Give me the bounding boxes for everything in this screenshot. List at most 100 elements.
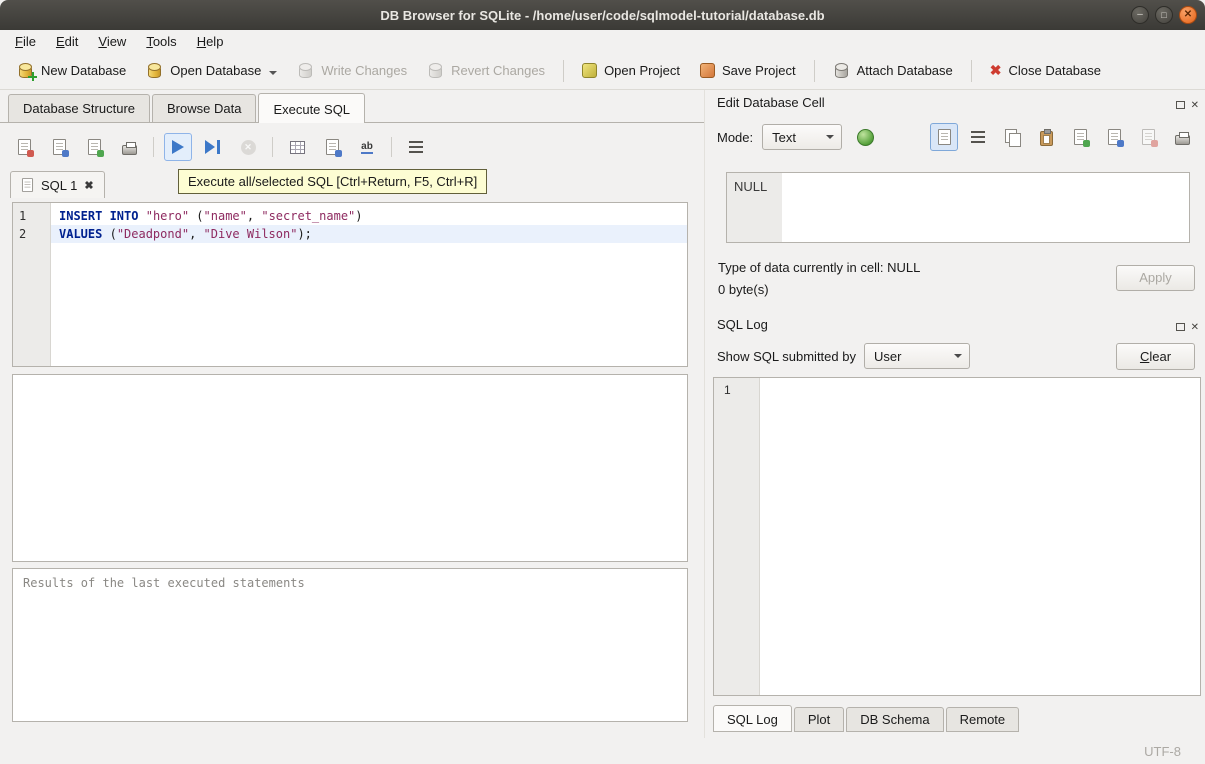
sql-tab[interactable]: SQL 1 <box>10 171 105 198</box>
results-message-area[interactable]: Results of the last executed statements <box>12 568 688 722</box>
stop-icon <box>241 140 256 155</box>
float-dock-icon[interactable] <box>1176 323 1185 331</box>
cell-value-editor[interactable]: NULL <box>726 172 1190 243</box>
open-database-dropdown-arrow-icon[interactable] <box>269 71 277 75</box>
open-sql-file-icon <box>18 139 31 155</box>
mode-select[interactable]: Text <box>762 124 842 150</box>
save-project-button[interactable]: Save Project <box>691 58 805 83</box>
tab-remote[interactable]: Remote <box>946 707 1020 732</box>
stop-sql-button <box>234 133 262 161</box>
window-controls <box>1131 6 1197 24</box>
tab-browse-data[interactable]: Browse Data <box>152 94 256 122</box>
code-token: "Dive Wilson" <box>204 227 298 241</box>
find-replace-button[interactable] <box>353 133 381 161</box>
code-token: "Deadpond" <box>117 227 189 241</box>
encoding-indicator[interactable]: UTF-8 <box>1144 744 1181 759</box>
close-database-button[interactable]: Close Database <box>981 57 1110 84</box>
toolbar-button-label: Revert Changes <box>451 63 545 78</box>
toolbar-button-label: Open Database <box>170 63 261 78</box>
close-dock-icon[interactable] <box>1191 96 1199 111</box>
code-line-current[interactable]: VALUES ("Deadpond", "Dive Wilson"); <box>51 225 687 243</box>
open-database-button[interactable]: Open Database <box>137 57 286 84</box>
tab-plot[interactable]: Plot <box>794 707 844 732</box>
menu-file[interactable]: File <box>6 32 45 51</box>
menu-tools[interactable]: Tools <box>137 32 185 51</box>
close-dock-icon[interactable] <box>1191 318 1199 333</box>
paste-button[interactable] <box>1032 123 1060 151</box>
import-icon <box>1074 129 1087 145</box>
results-grid[interactable] <box>12 374 688 562</box>
sql-code-editor[interactable]: 1 2 INSERT INTO "hero" ("name", "secret_… <box>12 202 688 367</box>
text-document-icon <box>938 129 951 145</box>
print-sql-button[interactable] <box>115 133 143 161</box>
open-sql-file-button[interactable] <box>10 133 38 161</box>
sql-file-icon <box>22 178 33 192</box>
tab-sql-log[interactable]: SQL Log <box>713 705 792 732</box>
save-sql-file-button[interactable] <box>45 133 73 161</box>
paste-icon <box>1040 131 1053 146</box>
log-content[interactable] <box>760 378 1200 695</box>
toolbar-button-label: Close Database <box>1009 63 1102 78</box>
clear-log-button[interactable]: Clear <box>1116 343 1195 370</box>
sql-log-filter-row: Show SQL submitted by User Clear <box>717 342 1195 370</box>
toolbar-separator <box>971 60 972 82</box>
tab-database-structure[interactable]: Database Structure <box>8 94 150 122</box>
tab-execute-sql[interactable]: Execute SQL <box>258 93 365 123</box>
cell-editor-content[interactable] <box>782 173 1189 242</box>
export-csv-button[interactable] <box>283 133 311 161</box>
format-sql-button[interactable] <box>402 133 430 161</box>
export-button[interactable] <box>1100 123 1128 151</box>
sql-tab-bar: SQL 1 <box>10 169 105 198</box>
code-area[interactable]: INSERT INTO "hero" ("name", "secret_name… <box>51 203 687 366</box>
menu-help[interactable]: Help <box>188 32 233 51</box>
line-number-gutter: 1 2 <box>13 203 51 366</box>
code-token: ( <box>189 209 203 223</box>
save-sql-file-icon <box>53 139 66 155</box>
word-wrap-button[interactable] <box>318 133 346 161</box>
toolbar-separator <box>814 60 815 82</box>
menu-view[interactable]: View <box>89 32 135 51</box>
import-button[interactable] <box>1066 123 1094 151</box>
open-project-button[interactable]: Open Project <box>573 58 689 83</box>
close-button[interactable] <box>1179 6 1197 24</box>
plus-badge-icon <box>28 72 37 81</box>
text-document-button[interactable] <box>930 123 958 151</box>
tab-db-schema[interactable]: DB Schema <box>846 707 943 732</box>
chevron-down-icon <box>954 354 962 358</box>
format-sql-icon <box>409 141 423 153</box>
copy-icon <box>1004 129 1021 146</box>
menu-bar: File Edit View Tools Help <box>0 30 1205 52</box>
log-filter-select[interactable]: User <box>864 343 970 369</box>
minimize-button[interactable] <box>1131 6 1149 24</box>
window-title: DB Browser for SQLite - /home/user/code/… <box>380 8 824 23</box>
log-line-number: 1 <box>724 383 731 397</box>
mode-value: Text <box>772 130 796 145</box>
copy-button[interactable] <box>998 123 1026 151</box>
log-filter-label: Show SQL submitted by <box>717 349 856 364</box>
maximize-button[interactable] <box>1155 6 1173 24</box>
code-token: "secret_name" <box>261 209 355 223</box>
clear-cell-button <box>1134 123 1162 151</box>
log-line-number-gutter: 1 <box>714 378 760 695</box>
print-cell-button[interactable] <box>1168 123 1196 151</box>
title-bar[interactable]: DB Browser for SQLite - /home/user/code/… <box>0 0 1205 30</box>
code-token: ) <box>355 209 362 223</box>
line-number: 2 <box>19 225 50 243</box>
set-mode-button[interactable] <box>851 123 879 151</box>
save-sql-as-button[interactable] <box>80 133 108 161</box>
menu-edit[interactable]: Edit <box>47 32 87 51</box>
word-wrap-button[interactable] <box>964 123 992 151</box>
new-database-button[interactable]: New Database <box>8 57 135 84</box>
save-sql-as-icon <box>88 139 101 155</box>
code-line[interactable]: INSERT INTO "hero" ("name", "secret_name… <box>51 207 687 225</box>
sql-editor-toolbar <box>10 130 430 164</box>
attach-database-button[interactable]: Attach Database <box>824 57 962 84</box>
toolbar-button-label: Save Project <box>722 63 796 78</box>
execute-sql-button[interactable] <box>164 133 192 161</box>
execute-line-button[interactable] <box>199 133 227 161</box>
close-tab-icon[interactable] <box>84 179 93 192</box>
float-dock-icon[interactable] <box>1176 101 1185 109</box>
code-token: "hero" <box>146 209 189 223</box>
sql-log-area[interactable]: 1 <box>713 377 1201 696</box>
new-database-icon <box>17 62 34 79</box>
